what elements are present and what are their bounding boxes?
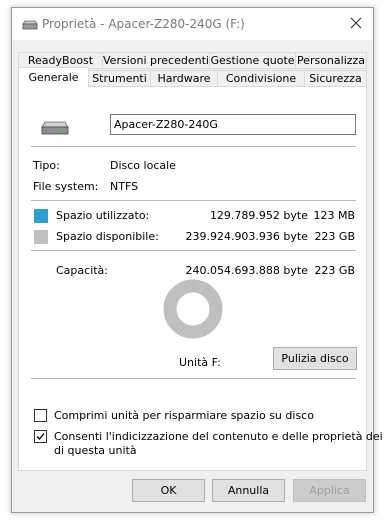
index-label-line2: di questa unità xyxy=(54,444,137,457)
divider xyxy=(31,146,356,147)
free-space-swatch xyxy=(34,230,48,244)
free-space-label: Spazio disponibile: xyxy=(56,230,159,243)
cancel-button[interactable]: Annulla xyxy=(212,479,285,502)
used-space-bytes: 129.789.952 byte xyxy=(209,209,308,222)
type-label: Tipo: xyxy=(33,159,60,172)
used-space-swatch xyxy=(34,209,48,223)
apply-button[interactable]: Applica xyxy=(293,479,366,502)
compress-checkbox[interactable] xyxy=(34,409,47,422)
tab-strumenti[interactable]: Strumenti xyxy=(88,70,151,87)
window-title: Proprietà - Apacer-Z280-240G (F:) xyxy=(42,17,245,31)
filesystem-label: File system: xyxy=(33,180,99,193)
tab-gestione-quote[interactable]: Gestione quote xyxy=(209,52,296,69)
capacity-bytes: 240.054.693.888 byte xyxy=(185,264,308,277)
filesystem-value: NTFS xyxy=(110,180,139,193)
compress-label: Comprimi unità per risparmiare spazio su… xyxy=(54,409,314,422)
used-space-size: 123 MB xyxy=(313,209,355,222)
tab-personalizza[interactable]: Personalizza xyxy=(295,52,367,69)
disk-cleanup-button[interactable]: Pulizia disco xyxy=(273,347,357,370)
close-button[interactable] xyxy=(339,8,373,40)
drive-icon xyxy=(41,121,69,138)
capacity-size: 223 GB xyxy=(314,264,355,277)
donut-free-ring xyxy=(163,279,223,339)
used-space-label: Spazio utilizzato: xyxy=(56,209,150,222)
drive-letter-label: Unità F: xyxy=(179,356,221,369)
general-panel: Tipo: Disco locale File system: NTFS Spa… xyxy=(18,86,384,471)
drive-icon xyxy=(22,20,38,33)
tab-condivisione[interactable]: Condivisione xyxy=(217,70,305,87)
type-value: Disco locale xyxy=(110,159,176,172)
free-space-bytes: 239.924.903.936 byte xyxy=(185,230,308,243)
divider xyxy=(31,200,356,201)
index-label-line1: Consenti l'indicizzazione del contenuto … xyxy=(54,430,384,443)
capacity-label: Capacità: xyxy=(56,264,109,277)
close-icon xyxy=(350,17,362,32)
title-bar: Proprietà - Apacer-Z280-240G (F:) xyxy=(12,8,373,40)
divider xyxy=(31,378,356,379)
tab-hardware[interactable]: Hardware xyxy=(150,70,218,87)
index-checkbox[interactable] xyxy=(34,430,47,443)
tab-versioni-precedenti[interactable]: Versioni precedenti xyxy=(102,52,210,69)
properties-dialog: Proprietà - Apacer-Z280-240G (F:) ReadyB… xyxy=(11,7,384,513)
usage-donut xyxy=(163,279,223,339)
free-space-size: 223 GB xyxy=(314,230,355,243)
tab-generale[interactable]: Generale xyxy=(18,67,89,87)
ok-button[interactable]: OK xyxy=(132,479,205,502)
divider xyxy=(31,250,356,251)
drive-name-input[interactable] xyxy=(110,114,356,135)
tab-sicurezza[interactable]: Sicurezza xyxy=(304,70,367,87)
